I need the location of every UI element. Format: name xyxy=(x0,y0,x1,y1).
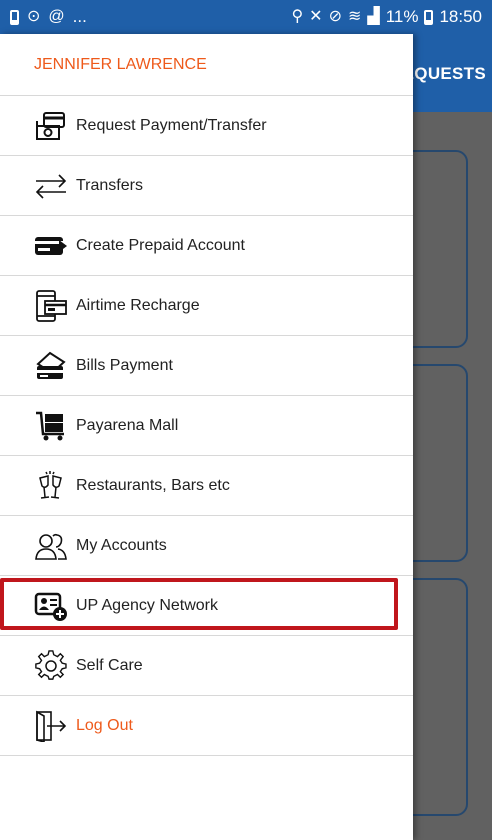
at-icon: @ xyxy=(48,8,65,25)
menu-item-label: Log Out xyxy=(76,716,133,734)
menu-item-label: Transfers xyxy=(76,176,143,194)
agency-id-icon xyxy=(34,589,70,623)
user-name: JENNIFER LAWRENCE xyxy=(34,55,207,73)
menu-item-label: Request Payment/Transfer xyxy=(76,116,267,134)
logout-door-icon xyxy=(34,709,70,743)
shopping-cart-icon xyxy=(34,409,70,443)
menu-item-label: UP Agency Network xyxy=(76,596,218,614)
more-notifications: ... xyxy=(72,7,87,26)
phone-card-icon xyxy=(34,289,70,323)
drawer-menu: Request Payment/Transfer Transfers Creat… xyxy=(0,96,413,756)
cheers-glasses-icon xyxy=(34,469,70,503)
battery-small-icon xyxy=(10,9,19,25)
menu-item-self-care[interactable]: Self Care xyxy=(0,636,413,696)
transfer-arrows-icon xyxy=(34,169,70,203)
menu-item-airtime-recharge[interactable]: Airtime Recharge xyxy=(0,276,413,336)
menu-item-payarena-mall[interactable]: Payarena Mall xyxy=(0,396,413,456)
wifi-icon: ≋ xyxy=(347,8,362,25)
mute-icon: ✕ xyxy=(309,8,323,25)
menu-item-log-out[interactable]: Log Out xyxy=(0,696,413,756)
navigation-drawer: JENNIFER LAWRENCE Request Payment/Transf… xyxy=(0,34,413,840)
menu-item-bills-payment[interactable]: Bills Payment xyxy=(0,336,413,396)
battery-icon xyxy=(424,9,434,25)
menu-item-label: Create Prepaid Account xyxy=(76,236,245,254)
status-bar: ⊙ @ ... ⚲ ✕ ⊘ ≋ ▟ 11% 18:50 xyxy=(0,0,492,34)
menu-item-label: Restaurants, Bars etc xyxy=(76,476,230,494)
menu-item-label: Airtime Recharge xyxy=(76,296,200,314)
signal-icon: ▟ xyxy=(367,8,380,25)
alarm-clock-icon: ⊘ xyxy=(328,8,342,25)
menu-item-label: My Accounts xyxy=(76,536,167,554)
payment-request-icon xyxy=(34,109,70,143)
menu-item-up-agency-network[interactable]: UP Agency Network xyxy=(0,576,413,636)
menu-item-label: Payarena Mall xyxy=(76,416,179,434)
location-icon: ⚲ xyxy=(291,8,304,25)
gear-icon xyxy=(34,649,70,683)
menu-item-my-accounts[interactable]: My Accounts xyxy=(0,516,413,576)
menu-item-label: Bills Payment xyxy=(76,356,173,374)
users-icon xyxy=(34,529,70,563)
alarm-icon: ⊙ xyxy=(27,8,41,25)
drawer-header: JENNIFER LAWRENCE xyxy=(0,34,413,96)
bill-card-icon xyxy=(34,349,70,383)
menu-item-transfers[interactable]: Transfers xyxy=(0,156,413,216)
clock: 18:50 xyxy=(439,7,482,26)
menu-item-request-payment[interactable]: Request Payment/Transfer xyxy=(0,96,413,156)
tab-requests[interactable]: EQUESTS xyxy=(403,64,486,84)
menu-item-create-prepaid[interactable]: Create Prepaid Account xyxy=(0,216,413,276)
prepaid-card-icon xyxy=(34,229,70,263)
menu-item-label: Self Care xyxy=(76,656,143,674)
menu-item-restaurants[interactable]: Restaurants, Bars etc xyxy=(0,456,413,516)
battery-percent: 11% xyxy=(385,7,419,26)
